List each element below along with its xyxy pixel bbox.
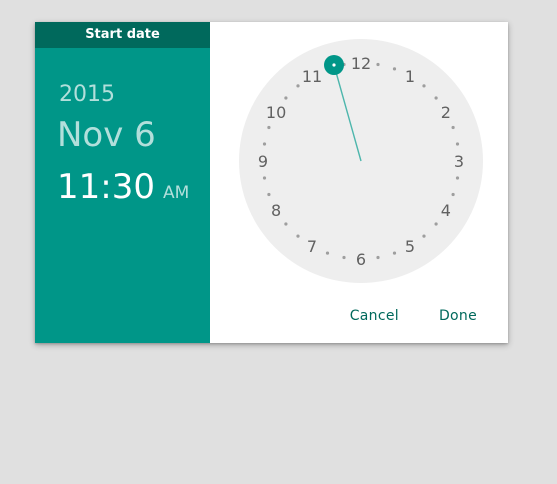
clock-hand-center-dot <box>332 63 336 67</box>
minute-tick <box>296 84 300 88</box>
minute-tick <box>392 251 397 255</box>
minute-tick <box>262 176 267 180</box>
minute-tick <box>392 67 397 71</box>
dialog-title: Start date <box>35 22 210 48</box>
minute-tick <box>455 176 460 180</box>
clock-number-8[interactable]: 8 <box>271 201 281 220</box>
minute-tick <box>376 255 380 260</box>
ampm-toggle[interactable]: AM <box>163 183 189 203</box>
clock-number-3[interactable]: 3 <box>454 152 464 171</box>
time-display: 11:30 AM <box>57 167 189 207</box>
minute-tick <box>451 125 455 130</box>
done-button[interactable]: Done <box>431 302 485 330</box>
dialog-actions: Cancel Done <box>342 301 508 331</box>
clock-number-9[interactable]: 9 <box>258 152 268 171</box>
minute-tick <box>376 62 380 67</box>
hour-display[interactable]: 11 <box>57 167 100 207</box>
minute-tick <box>451 192 455 197</box>
minute-tick <box>434 96 438 100</box>
minute-tick <box>455 142 460 146</box>
clock-number-2[interactable]: 2 <box>441 103 451 122</box>
time-separator: : <box>100 167 112 207</box>
minute-tick <box>434 222 438 226</box>
clock-number-4[interactable]: 4 <box>441 201 451 220</box>
minute-display[interactable]: 30 <box>112 167 155 207</box>
minute-tick <box>325 251 330 255</box>
clock-face[interactable]: 121234567891011 <box>210 22 508 292</box>
clock-number-12[interactable]: 12 <box>351 54 371 73</box>
cancel-button[interactable]: Cancel <box>342 302 407 330</box>
clock-number-1[interactable]: 1 <box>405 67 415 86</box>
clock-number-7[interactable]: 7 <box>307 237 317 256</box>
minute-tick <box>296 234 300 238</box>
date-display[interactable]: Nov 6 <box>57 115 156 155</box>
minute-tick <box>267 125 271 130</box>
minute-tick <box>267 192 271 197</box>
clock-number-10[interactable]: 10 <box>266 103 286 122</box>
minute-tick <box>284 96 288 100</box>
date-time-picker-dialog: Start date 2015 Nov 6 11:30 AM 12 1 2 3 4 5 6 7 8… <box>35 22 508 343</box>
minute-tick <box>422 84 426 88</box>
summary-panel: Start date 2015 Nov 6 11:30 AM <box>35 22 210 343</box>
minute-tick <box>422 234 426 238</box>
clock-number-6[interactable]: 6 <box>356 250 366 269</box>
year-display[interactable]: 2015 <box>59 82 115 107</box>
clock-number-5[interactable]: 5 <box>405 237 415 256</box>
minute-tick <box>262 142 267 146</box>
minute-tick <box>342 255 346 260</box>
minute-tick <box>284 222 288 226</box>
clock-number-11[interactable]: 11 <box>302 67 322 86</box>
